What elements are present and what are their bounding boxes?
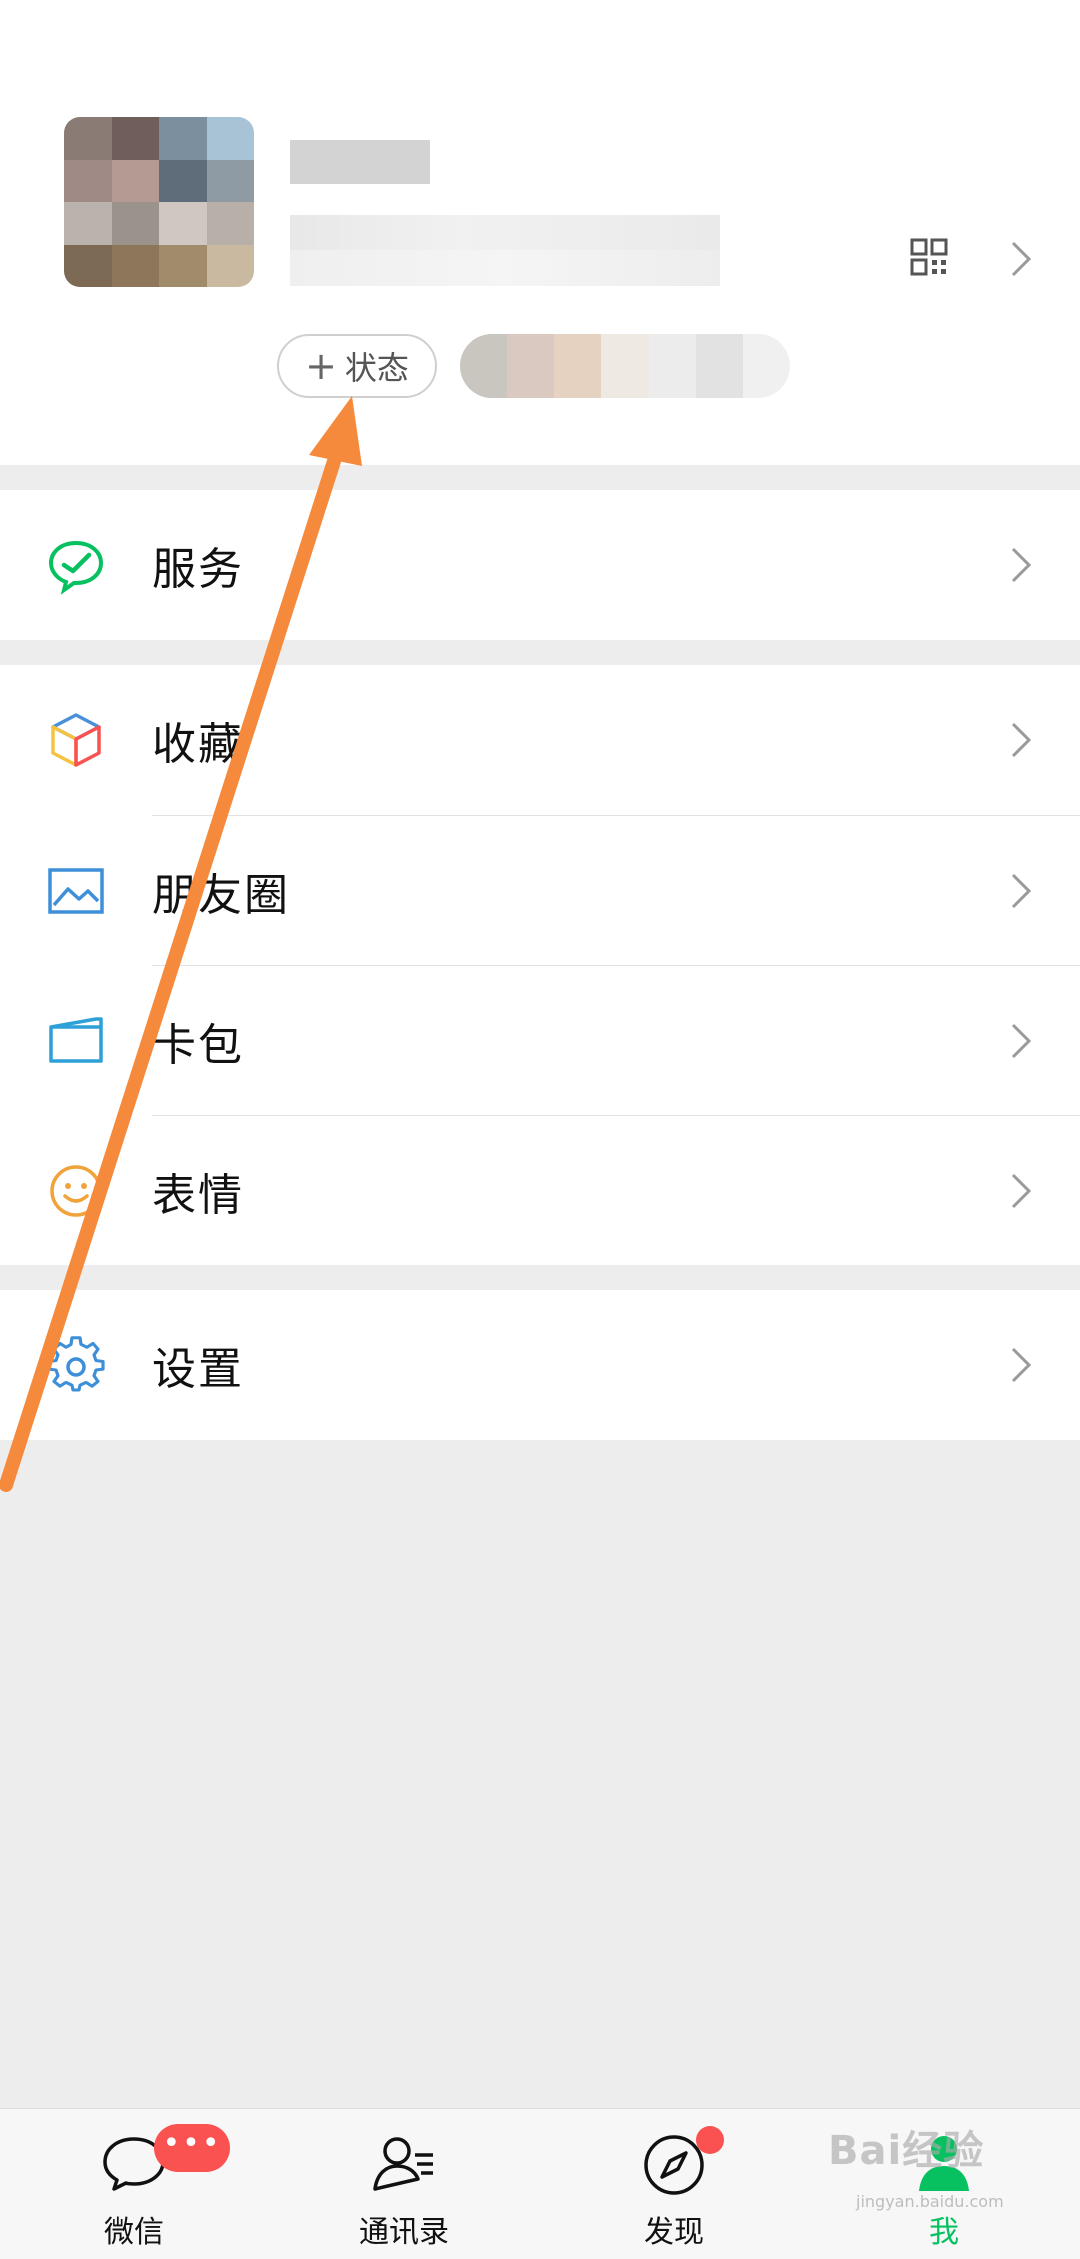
menu-item-stickers[interactable]: 表情 bbox=[0, 1116, 1080, 1266]
chevron-right-icon bbox=[1011, 547, 1032, 583]
tab-discover-label: 发现 bbox=[644, 2215, 704, 2250]
nickname-redacted bbox=[290, 140, 430, 184]
tab-chats-label: 微信 bbox=[104, 2215, 164, 2250]
chevron-right-icon bbox=[1011, 722, 1032, 758]
sticker-smiley-icon bbox=[50, 1165, 102, 1217]
menu-group-main: 收藏 朋友圈 卡包 表情 bbox=[0, 665, 1080, 1265]
chevron-right-icon bbox=[1011, 1023, 1032, 1059]
favorites-label: 收藏 bbox=[152, 719, 244, 770]
favorites-cube-icon bbox=[51, 713, 101, 767]
settings-label: 设置 bbox=[152, 1344, 244, 1395]
menu-item-cards[interactable]: 卡包 bbox=[0, 966, 1080, 1116]
plus-icon: + bbox=[305, 344, 337, 388]
avatar[interactable] bbox=[64, 117, 254, 287]
tab-discover[interactable]: 发现 bbox=[594, 2109, 754, 2259]
contacts-icon bbox=[373, 2137, 433, 2191]
card-wallet-icon bbox=[49, 1017, 103, 1063]
chevron-right-icon bbox=[1011, 1173, 1032, 1209]
profile-header[interactable]: + 状态 bbox=[0, 0, 1080, 465]
friend-status-chip[interactable] bbox=[460, 334, 790, 398]
moments-picture-icon bbox=[48, 868, 104, 914]
unread-badge: ••• bbox=[154, 2124, 230, 2172]
menu-item-favorites[interactable]: 收藏 bbox=[0, 665, 1080, 815]
menu-item-settings[interactable]: 设置 bbox=[0, 1290, 1080, 1440]
settings-gear-icon bbox=[47, 1336, 105, 1392]
qr-code-icon[interactable] bbox=[910, 238, 948, 276]
menu-item-moments[interactable]: 朋友圈 bbox=[0, 816, 1080, 966]
discover-red-dot bbox=[696, 2126, 724, 2154]
tab-contacts-label: 通讯录 bbox=[359, 2215, 449, 2250]
tab-contacts[interactable]: 通讯录 bbox=[324, 2109, 484, 2259]
tab-me-label: 我 bbox=[929, 2215, 959, 2250]
menu-group-services: 服务 bbox=[0, 490, 1080, 640]
stickers-label: 表情 bbox=[152, 1170, 244, 1221]
menu-item-services[interactable]: 服务 bbox=[0, 490, 1080, 640]
wechat-id-redacted bbox=[290, 250, 720, 286]
status-label: 状态 bbox=[344, 349, 409, 387]
watermark-logo: Bai经验 bbox=[828, 2128, 985, 2174]
chevron-right-icon bbox=[1011, 1347, 1032, 1383]
watermark-url: jingyan.baidu.com bbox=[856, 2192, 1004, 2211]
moments-label: 朋友圈 bbox=[152, 870, 290, 921]
chevron-right-icon bbox=[1011, 873, 1032, 909]
add-status-button[interactable]: + 状态 bbox=[277, 334, 437, 398]
cards-label: 卡包 bbox=[152, 1020, 244, 1071]
services-icon bbox=[48, 540, 104, 595]
menu-group-settings: 设置 bbox=[0, 1290, 1080, 1440]
services-label: 服务 bbox=[152, 544, 244, 595]
profile-chevron-right-icon bbox=[1011, 241, 1032, 277]
